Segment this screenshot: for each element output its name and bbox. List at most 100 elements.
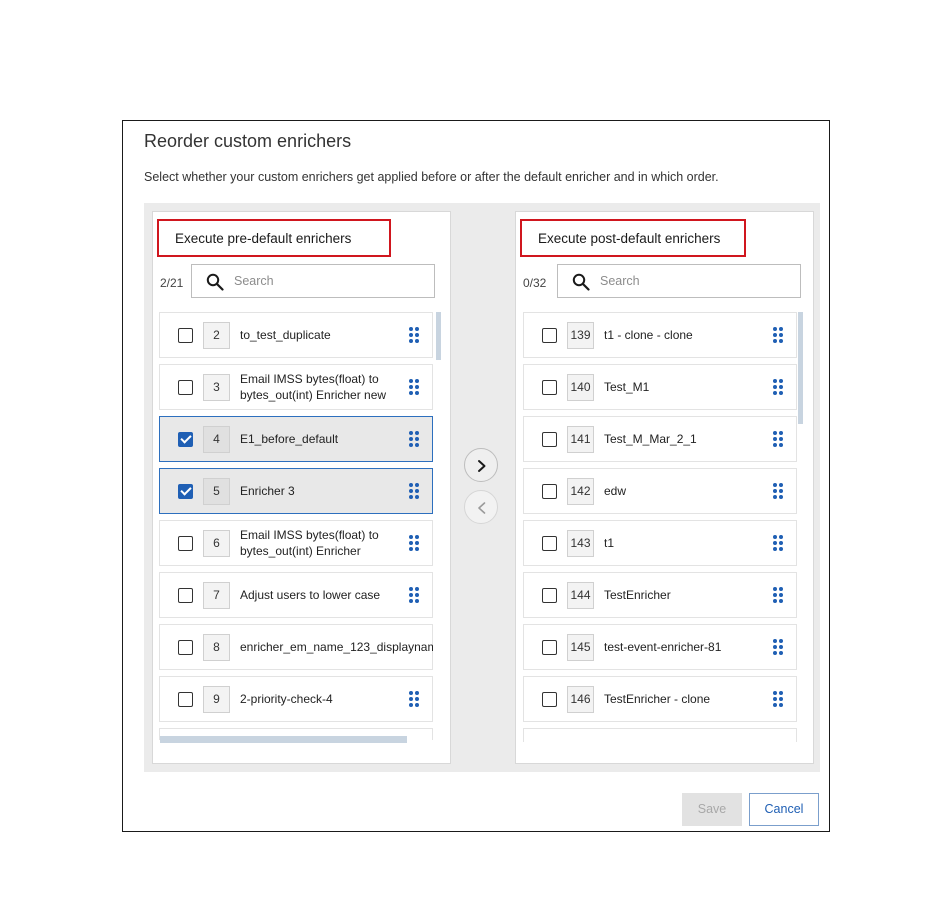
enricher-name: Test_M_Mar_2_1	[604, 432, 697, 446]
pre-default-list-item[interactable]: 7 Adjust users to lower case	[159, 572, 433, 618]
checkbox[interactable]	[178, 640, 193, 655]
drag-handle-icon[interactable]	[409, 535, 419, 551]
post-default-list-item[interactable]: 143 t1	[523, 520, 797, 566]
post-default-vertical-scrollbar[interactable]	[798, 312, 803, 424]
order-number: 6	[203, 530, 230, 557]
checkbox[interactable]	[542, 588, 557, 603]
enricher-name: test-event-enricher-81	[604, 640, 722, 654]
chevron-left-icon	[478, 502, 486, 514]
checkbox[interactable]	[542, 380, 557, 395]
drag-handle-icon[interactable]	[773, 691, 783, 707]
post-default-search-input[interactable]	[600, 271, 790, 291]
pre-default-selection-count: 2/21	[160, 276, 184, 290]
enricher-name: TestEnricher	[604, 588, 671, 602]
drag-handle-icon[interactable]	[409, 327, 419, 343]
checkbox[interactable]	[178, 692, 193, 707]
order-number: 140	[567, 374, 594, 401]
pre-default-list-item[interactable]: 6 Email IMSS bytes(float) to bytes_out(in…	[159, 520, 433, 566]
order-number: 144	[567, 582, 594, 609]
post-default-list-item[interactable]: 139 t1 - clone - clone	[523, 312, 797, 358]
post-default-list-item-partial[interactable]	[523, 728, 797, 742]
save-button[interactable]: Save	[682, 793, 742, 826]
drag-handle-icon[interactable]	[773, 379, 783, 395]
post-default-list[interactable]: 139 t1 - clone - clone 140 Test_M1 141 Test_M…	[523, 312, 797, 742]
drag-handle-icon[interactable]	[773, 587, 783, 603]
post-default-list-item[interactable]: 142 edw	[523, 468, 797, 514]
drag-handle-icon[interactable]	[773, 639, 783, 655]
pre-default-vertical-scrollbar[interactable]	[436, 312, 441, 360]
order-number: 2	[203, 322, 230, 349]
checkbox-checked[interactable]	[178, 432, 193, 447]
checkbox[interactable]	[178, 536, 193, 551]
drag-handle-icon[interactable]	[773, 483, 783, 499]
order-number: 143	[567, 530, 594, 557]
checkbox[interactable]	[542, 536, 557, 551]
drag-handle-icon[interactable]	[773, 431, 783, 447]
move-to-pre-default-button[interactable]	[464, 490, 498, 524]
pre-default-heading: Execute pre-default enrichers	[157, 219, 391, 257]
pre-default-panel: Execute pre-default enrichers 2/21 2 to_t…	[152, 211, 451, 764]
pre-default-list[interactable]: 2 to_test_duplicate 3 Email IMSS bytes(floa…	[159, 312, 433, 740]
move-to-post-default-button[interactable]	[464, 448, 498, 482]
enricher-name: TestEnricher - clone	[604, 692, 711, 706]
enricher-name: t1	[604, 536, 615, 550]
pre-default-list-item[interactable]: 4 E1_before_default	[159, 416, 433, 462]
post-default-heading: Execute post-default enrichers	[520, 219, 746, 257]
order-number: 145	[567, 634, 594, 661]
checkbox-checked[interactable]	[178, 484, 193, 499]
enricher-name: E1_before_default	[240, 432, 339, 446]
checkbox[interactable]	[542, 432, 557, 447]
order-number: 4	[203, 426, 230, 453]
checkbox[interactable]	[178, 380, 193, 395]
enricher-name: Enricher 3	[240, 484, 295, 498]
order-number: 141	[567, 426, 594, 453]
dialog-title: Reorder custom enrichers	[144, 131, 352, 151]
enricher-name: Adjust users to lower case	[240, 588, 381, 602]
enricher-name: Test_M1	[604, 380, 650, 394]
post-default-search[interactable]	[557, 264, 801, 298]
pre-default-list-item[interactable]: 5 Enricher 3	[159, 468, 433, 514]
checkbox[interactable]	[178, 328, 193, 343]
dialog-subtitle: Select whether your custom enrichers get…	[144, 170, 719, 184]
post-default-list-item[interactable]: 140 Test_M1	[523, 364, 797, 410]
enricher-name: t1 - clone - clone	[604, 328, 693, 342]
drag-handle-icon[interactable]	[773, 327, 783, 343]
checkbox[interactable]	[542, 640, 557, 655]
drag-handle-icon[interactable]	[409, 691, 419, 707]
drag-handle-icon[interactable]	[773, 535, 783, 551]
enricher-name: edw	[604, 484, 627, 498]
enricher-name: Email IMSS bytes(float) to bytes_out(int…	[240, 372, 387, 402]
pre-default-search[interactable]	[191, 264, 435, 298]
order-number: 146	[567, 686, 594, 713]
enricher-name: enricher_em_name_123_displayname	[240, 640, 433, 654]
checkbox[interactable]	[542, 328, 557, 343]
drag-handle-icon[interactable]	[409, 431, 419, 447]
order-number: 142	[567, 478, 594, 505]
post-default-list-item[interactable]: 145 test-event-enricher-81	[523, 624, 797, 670]
enricher-name: to_test_duplicate	[240, 328, 331, 342]
checkbox[interactable]	[542, 484, 557, 499]
post-default-list-item[interactable]: 141 Test_M_Mar_2_1	[523, 416, 797, 462]
enricher-name: Email IMSS bytes(float) to bytes_out(int…	[240, 528, 379, 558]
pre-default-list-item[interactable]: 9 2-priority-check-4	[159, 676, 433, 722]
pre-default-list-item[interactable]: 8 enricher_em_name_123_displayname	[159, 624, 433, 670]
cancel-button[interactable]: Cancel	[749, 793, 819, 826]
drag-handle-icon[interactable]	[409, 483, 419, 499]
pre-default-search-input[interactable]	[234, 271, 424, 291]
pre-default-list-item[interactable]: 2 to_test_duplicate	[159, 312, 433, 358]
post-default-list-item[interactable]: 144 TestEnricher	[523, 572, 797, 618]
pre-default-horizontal-scrollbar[interactable]	[160, 736, 407, 743]
pre-default-list-item[interactable]: 3 Email IMSS bytes(float) to bytes_out(in…	[159, 364, 433, 410]
post-default-list-item[interactable]: 146 TestEnricher - clone	[523, 676, 797, 722]
reorder-dialog: Reorder custom enrichers Select whether …	[122, 120, 830, 832]
search-icon	[572, 273, 590, 291]
checkbox[interactable]	[542, 692, 557, 707]
order-number: 5	[203, 478, 230, 505]
enricher-lists-zone: Execute pre-default enrichers 2/21 2 to_t…	[144, 203, 820, 772]
order-number: 7	[203, 582, 230, 609]
checkbox[interactable]	[178, 588, 193, 603]
drag-handle-icon[interactable]	[409, 379, 419, 395]
order-number: 9	[203, 686, 230, 713]
drag-handle-icon[interactable]	[409, 587, 419, 603]
order-number: 3	[203, 374, 230, 401]
